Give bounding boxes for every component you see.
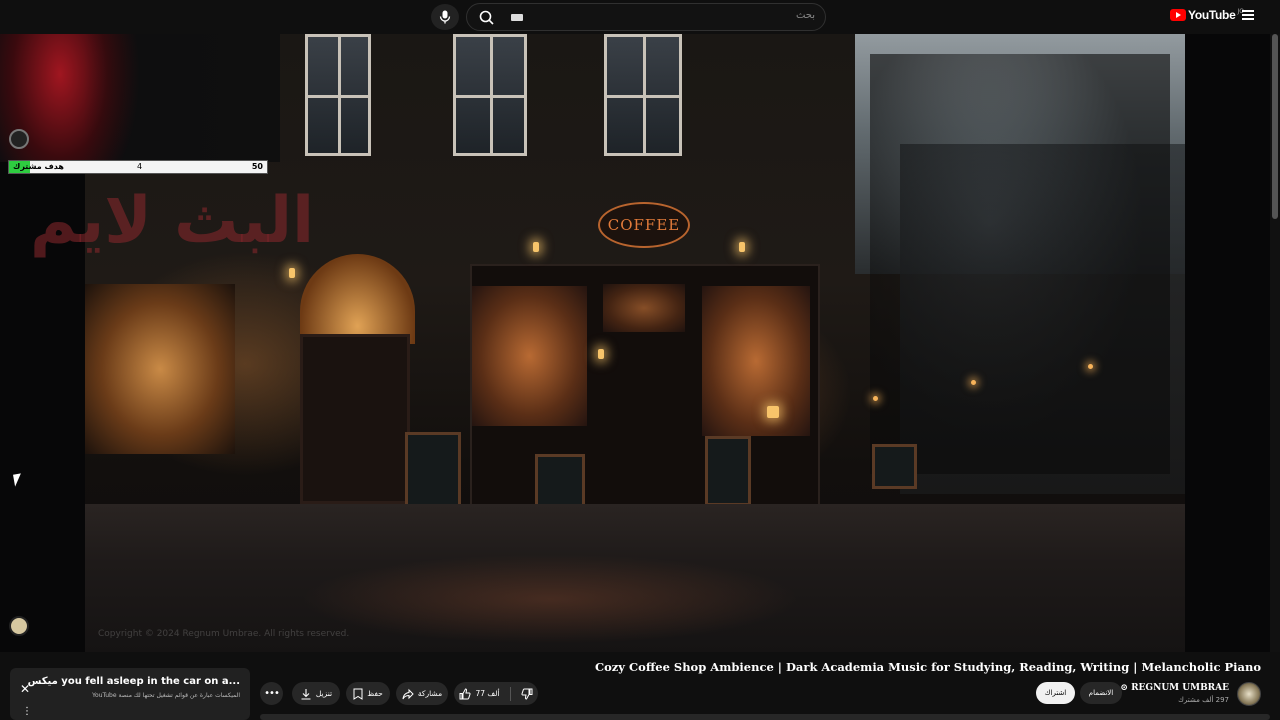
share-button[interactable]: مشاركة: [396, 682, 448, 705]
shop-window: [702, 286, 810, 436]
join-button[interactable]: الانضمام: [1080, 682, 1122, 704]
sign-text: COFFEE: [607, 216, 681, 234]
tree: [870, 54, 1170, 474]
search-bar[interactable]: بحث: [466, 3, 826, 31]
more-vert-icon[interactable]: ⋮: [22, 706, 32, 717]
scrollbar-thumb[interactable]: [1272, 34, 1278, 219]
chalkboard: [535, 454, 585, 509]
channel-name-text[interactable]: REGNUM UMBRAE: [1131, 683, 1229, 693]
lamp: [533, 242, 539, 252]
share-icon: [402, 688, 414, 699]
overlay-text: البث لايم: [30, 184, 314, 258]
video-title: Cozy Coffee Shop Ambience | Dark Academi…: [594, 660, 1261, 674]
channel-watermark-icon[interactable]: [9, 616, 29, 636]
youtube-logo[interactable]: YouTube JO: [1170, 8, 1244, 22]
dislike-icon[interactable]: [520, 688, 533, 700]
share-label: مشاركة: [417, 689, 443, 698]
save-button[interactable]: حفظ: [346, 682, 390, 705]
youtube-logo-icon: [1170, 9, 1186, 21]
chalkboard: [705, 436, 751, 506]
lamp: [739, 242, 745, 252]
street-light: [1088, 364, 1093, 369]
subscribe-button[interactable]: اشتراك: [1036, 682, 1075, 704]
video-player[interactable]: COFFEE هدف مشترك 4 50 البث لايم Copyrigh…: [0, 34, 1270, 652]
save-label: حفظ: [367, 689, 383, 698]
page-scrollbar[interactable]: [1270, 34, 1280, 652]
more-icon: •••: [264, 688, 280, 699]
top-bar: بحث YouTube JO: [0, 0, 1280, 34]
like-button[interactable]: 77 ألف: [459, 687, 500, 700]
like-icon: [459, 687, 472, 699]
mix-playlist-card[interactable]: ✕ ⋮ ميكس you fell asleep in the car on a…: [10, 668, 250, 720]
goal-current: 4: [137, 162, 143, 171]
like-dislike-group: 77 ألف: [454, 682, 538, 705]
menu-icon[interactable]: [1242, 10, 1254, 20]
street-light: [873, 396, 878, 401]
subscriber-goal-bar: هدف مشترك 4 50: [8, 160, 268, 174]
search-input[interactable]: بحث: [796, 10, 815, 21]
search-icon[interactable]: [477, 8, 497, 28]
channel-avatar[interactable]: [1237, 682, 1261, 706]
shop-window: [603, 284, 685, 332]
download-label: تنزيل: [315, 689, 333, 698]
subscriber-count: 297 ألف مشترك: [1178, 696, 1229, 704]
channel-name[interactable]: ⊙ REGNUM UMBRAE: [1120, 683, 1229, 693]
shop-window-left: [85, 284, 235, 454]
keyboard-icon[interactable]: [511, 14, 523, 21]
chalkboard: [872, 444, 917, 489]
save-icon: [353, 688, 363, 700]
shop-window: [472, 286, 587, 426]
lamp: [289, 268, 295, 278]
scroll-track[interactable]: [260, 714, 1270, 720]
window: [453, 34, 527, 156]
lamp: [598, 349, 604, 359]
voice-search-button[interactable]: [431, 4, 459, 30]
overlay-logo-icon: [9, 129, 29, 149]
window: [604, 34, 682, 156]
overlay-shade: [0, 34, 280, 162]
lamp: [767, 406, 779, 418]
download-button[interactable]: تنزيل: [292, 682, 340, 705]
divider: [509, 686, 511, 701]
copyright-watermark: Copyright © 2024 Regnum Umbrae. All righ…: [98, 629, 350, 639]
mouse-cursor-icon: [13, 473, 23, 487]
logo-text: YouTube: [1188, 8, 1236, 22]
window: [305, 34, 371, 156]
microphone-icon: [439, 10, 451, 24]
mix-description: الميكسات عبارة عن قوائم تشغيل تحتها لك م…: [92, 692, 240, 699]
more-actions-button[interactable]: •••: [260, 682, 283, 705]
download-icon: [301, 688, 311, 700]
street-light: [971, 380, 976, 385]
street-reflection: [300, 554, 800, 644]
like-count: 77 ألف: [475, 689, 500, 698]
goal-target: 50: [251, 162, 263, 171]
goal-label: هدف مشترك: [13, 162, 64, 171]
page: بحث YouTube JO COFFEE هدف مشترك 4 50 الب…: [0, 0, 1280, 720]
coffee-sign: COFFEE: [598, 202, 690, 248]
door: [300, 334, 410, 504]
mix-title[interactable]: ميكس you fell asleep in the car on a...: [28, 676, 240, 687]
